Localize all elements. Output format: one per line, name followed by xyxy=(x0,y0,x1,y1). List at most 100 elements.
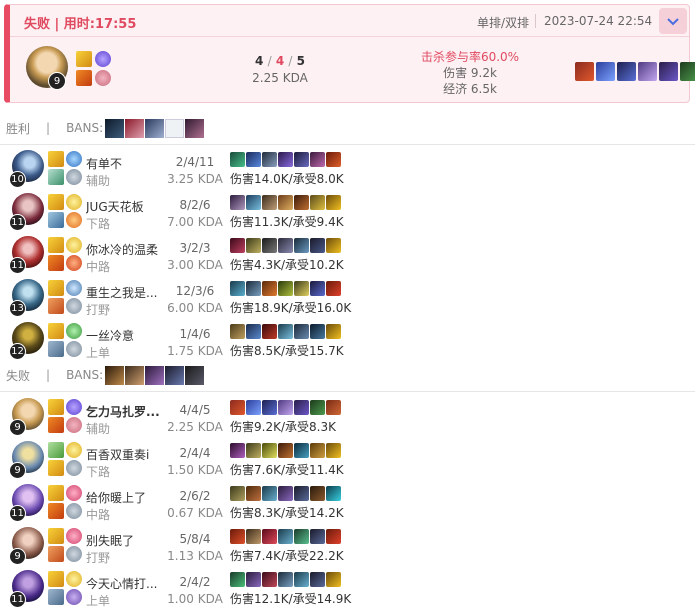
item-icon[interactable] xyxy=(326,443,341,458)
item-icon[interactable] xyxy=(294,281,309,296)
item-icon[interactable] xyxy=(278,486,293,501)
player-row[interactable]: 9 乞力马扎罗... 辅助 4/4/5 2.25 KDA 伤害9.2K/承受8.… xyxy=(0,396,695,438)
ignite-spell-icon[interactable] xyxy=(48,255,64,271)
item-icon[interactable] xyxy=(230,281,245,296)
item-icon[interactable] xyxy=(310,400,325,415)
item-icon[interactable] xyxy=(262,486,277,501)
secondary-rune-icon[interactable] xyxy=(66,460,82,476)
secondary-rune-icon[interactable] xyxy=(66,169,82,185)
item-icon[interactable] xyxy=(278,195,293,210)
item-icon[interactable] xyxy=(278,281,293,296)
item-icon[interactable] xyxy=(326,324,341,339)
ban-champion-icon[interactable] xyxy=(145,118,165,138)
primary-rune-icon[interactable] xyxy=(66,194,82,210)
item-icon[interactable] xyxy=(278,238,293,253)
item-icon[interactable] xyxy=(310,486,325,501)
ban-champion-icon[interactable] xyxy=(125,365,145,385)
ban-champion-icon[interactable] xyxy=(165,365,185,385)
item-icon[interactable] xyxy=(230,443,245,458)
player-row[interactable]: 9 别失眠了 打野 5/8/4 1.13 KDA 伤害7.4K/承受22.2K xyxy=(0,525,695,567)
secondary-rune-icon[interactable] xyxy=(66,341,82,357)
flash-spell-icon[interactable] xyxy=(48,528,64,544)
item-icon[interactable] xyxy=(278,443,293,458)
item-icon[interactable] xyxy=(230,324,245,339)
ignite-spell-icon[interactable] xyxy=(48,417,64,433)
champion-portrait[interactable]: 11 xyxy=(9,236,44,274)
player-name[interactable]: 别失眠了 xyxy=(86,532,161,549)
champion-portrait[interactable]: 11 xyxy=(9,193,44,231)
item-icon[interactable] xyxy=(262,238,277,253)
item-icon[interactable] xyxy=(310,529,325,544)
item-icon[interactable] xyxy=(294,443,309,458)
ban-champion-icon[interactable] xyxy=(105,365,125,385)
item-icon[interactable] xyxy=(246,324,261,339)
flash-spell-icon[interactable] xyxy=(48,194,64,210)
item-icon[interactable] xyxy=(230,152,245,167)
flash-spell-icon[interactable] xyxy=(48,280,64,296)
item-icon[interactable] xyxy=(278,400,293,415)
item-icon[interactable] xyxy=(246,529,261,544)
ban-champion-icon[interactable] xyxy=(185,365,205,385)
item-icon[interactable] xyxy=(294,572,309,587)
player-name[interactable]: JUG天花板 xyxy=(86,198,161,215)
flash-spell-icon[interactable] xyxy=(48,323,64,339)
primary-rune-icon[interactable] xyxy=(66,399,82,415)
item-icon[interactable] xyxy=(326,400,341,415)
item-icon[interactable] xyxy=(310,281,325,296)
player-row[interactable]: 10 有单不 辅助 2/4/11 3.25 KDA 伤害14.0K/承受8.0K xyxy=(0,148,695,190)
flash-spell-icon[interactable] xyxy=(48,151,64,167)
teleport-spell-icon[interactable] xyxy=(48,589,64,605)
secondary-rune-icon[interactable] xyxy=(95,70,111,86)
item-icon[interactable] xyxy=(230,400,245,415)
item-icon[interactable] xyxy=(246,443,261,458)
item-icon[interactable] xyxy=(262,195,277,210)
item-icon[interactable] xyxy=(326,238,341,253)
secondary-rune-icon[interactable] xyxy=(66,212,82,228)
item-icon[interactable] xyxy=(680,62,695,81)
item-icon[interactable] xyxy=(326,572,341,587)
item-icon[interactable] xyxy=(230,486,245,501)
item-icon[interactable] xyxy=(262,324,277,339)
item-icon[interactable] xyxy=(326,529,341,544)
player-name[interactable]: 你冰冷的温柔 xyxy=(86,241,161,258)
item-icon[interactable] xyxy=(246,400,261,415)
collapse-button[interactable] xyxy=(659,8,687,34)
flash-spell-icon[interactable] xyxy=(48,460,64,476)
item-icon[interactable] xyxy=(294,195,309,210)
champion-portrait[interactable]: 9 xyxy=(9,527,44,565)
exhaust-spell-icon[interactable] xyxy=(48,169,64,185)
item-icon[interactable] xyxy=(294,486,309,501)
primary-rune-icon[interactable] xyxy=(66,571,82,587)
item-icon[interactable] xyxy=(310,152,325,167)
ban-champion-icon[interactable] xyxy=(145,365,165,385)
player-name[interactable]: 百香双重奏i xyxy=(86,446,161,463)
primary-rune-icon[interactable] xyxy=(66,485,82,501)
item-icon[interactable] xyxy=(326,486,341,501)
flash-spell-icon[interactable] xyxy=(48,237,64,253)
player-row[interactable]: 11 你冰冷的温柔 中路 3/2/3 3.00 KDA 伤害4.3K/承受10.… xyxy=(0,234,695,276)
item-icon[interactable] xyxy=(326,152,341,167)
item-icon[interactable] xyxy=(278,529,293,544)
player-name[interactable]: 一丝冷意 xyxy=(86,327,161,344)
player-row[interactable]: 13 重生之我是... 打野 12/3/6 6.00 KDA 伤害18.9K/承… xyxy=(0,277,695,319)
ban-champion-icon[interactable] xyxy=(125,118,145,138)
smite-spell-icon[interactable] xyxy=(48,546,64,562)
item-icon[interactable] xyxy=(310,443,325,458)
secondary-rune-icon[interactable] xyxy=(66,298,82,314)
item-icon[interactable] xyxy=(246,572,261,587)
player-row[interactable]: 9 百香双重奏i 下路 2/4/4 1.50 KDA 伤害7.6K/承受11.4… xyxy=(0,439,695,481)
primary-rune-icon[interactable] xyxy=(66,442,82,458)
item-icon[interactable] xyxy=(246,195,261,210)
heal-spell-icon[interactable] xyxy=(48,212,64,228)
champion-portrait[interactable]: 12 xyxy=(9,322,44,360)
primary-rune-icon[interactable] xyxy=(66,528,82,544)
champion-portrait[interactable]: 9 xyxy=(9,398,44,436)
my-champion-portrait[interactable]: 9 xyxy=(26,46,68,90)
item-icon[interactable] xyxy=(262,281,277,296)
secondary-rune-icon[interactable] xyxy=(66,503,82,519)
ban-champion-icon[interactable] xyxy=(165,118,185,138)
ignite-spell-icon[interactable] xyxy=(48,503,64,519)
item-icon[interactable] xyxy=(230,195,245,210)
primary-rune-icon[interactable] xyxy=(66,237,82,253)
champion-portrait[interactable]: 11 xyxy=(9,484,44,522)
